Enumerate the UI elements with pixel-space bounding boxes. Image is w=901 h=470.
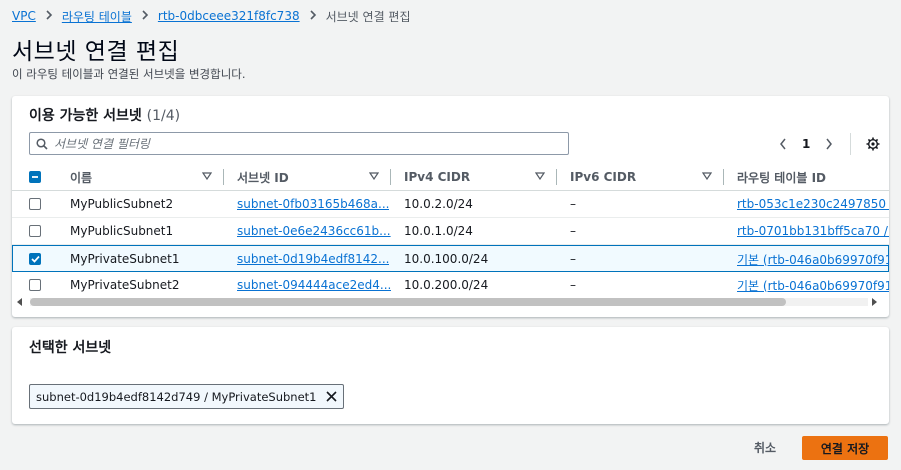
ipv4-cidr: 10.0.1.0/24 (404, 224, 473, 238)
next-page-button[interactable] (820, 132, 838, 155)
ipv4-cidr: 10.0.2.0/24 (404, 197, 473, 211)
available-subnets-title: 이용 가능한 서브넷 (29, 108, 142, 124)
subnet-filter-input[interactable] (54, 136, 568, 151)
checkmark-icon (30, 255, 40, 263)
remove-token-button[interactable] (325, 391, 337, 402)
ipv4-cidr: 10.0.100.0/24 (404, 252, 489, 266)
sort-caret-icon[interactable] (202, 172, 212, 180)
chevron-left-icon (780, 138, 786, 149)
save-associations-button[interactable]: 연결 저장 (802, 436, 888, 460)
subnet-id-link[interactable]: subnet-094444ace2ed4... (237, 278, 391, 292)
table-header: 이름 서브넷 ID IPv4 CIDR IPv6 CIDR 라우팅 테이블 ID (12, 164, 889, 191)
chevron-right-icon (45, 9, 53, 23)
row-checkbox-checked[interactable] (29, 253, 41, 265)
selected-subnet-label: subnet-0d19b4edf8142d749 / MyPrivateSubn… (36, 389, 317, 404)
gear-icon (866, 137, 880, 150)
ipv6-cidr: – (570, 252, 576, 266)
scrollbar-thumb[interactable] (30, 298, 786, 306)
page-description: 이 라우팅 테이블과 연결된 서브넷을 변경합니다. (12, 67, 246, 81)
breadcrumb-route-tables[interactable]: 라우팅 테이블 (62, 8, 132, 25)
selection-count: (1/4) (146, 108, 181, 124)
sort-caret-icon[interactable] (535, 172, 545, 180)
close-icon (325, 391, 337, 402)
search-icon (36, 137, 48, 150)
breadcrumb-vpc[interactable]: VPC (12, 9, 36, 23)
sort-caret-icon[interactable] (369, 172, 379, 180)
subnet-name: MyPublicSubnet1 (70, 224, 174, 238)
column-header-route-table[interactable]: 라우팅 테이블 ID (737, 164, 889, 190)
selected-subnets-panel: 선택한 서브넷 subnet-0d19b4edf8142d749 / MyPri… (12, 327, 889, 424)
subnet-id-link[interactable]: subnet-0e6e2436cc61b... (237, 224, 391, 238)
scroll-right-icon[interactable] (870, 298, 878, 306)
row-checkbox[interactable] (29, 198, 41, 210)
horizontal-scrollbar[interactable] (12, 295, 889, 309)
route-table-link[interactable]: rtb-053c1e230c2497850 / M (737, 197, 889, 211)
row-checkbox[interactable] (29, 279, 41, 291)
current-page[interactable]: 1 (802, 137, 810, 151)
page-title: 서브넷 연결 편집 (12, 39, 180, 65)
table-row[interactable]: MyPublicSubnet2 subnet-0fb03165b468a... … (12, 191, 889, 218)
subnet-name: MyPrivateSubnet1 (70, 252, 180, 266)
scroll-left-icon[interactable] (16, 298, 24, 306)
breadcrumb-route-table-id[interactable]: rtb-0dbceee321f8fc738 (158, 9, 300, 23)
preferences-button[interactable] (863, 132, 883, 155)
column-resize-handle[interactable] (390, 169, 391, 185)
route-table-link[interactable]: 기본 (rtb-046a0b69970f91b (737, 251, 889, 268)
select-all-cell (29, 164, 41, 190)
column-resize-handle[interactable] (556, 169, 557, 185)
selected-subnet-token: subnet-0d19b4edf8142d749 / MyPrivateSubn… (29, 384, 344, 409)
breadcrumb: VPC 라우팅 테이블 rtb-0dbceee321f8fc738 서브넷 연결… (12, 6, 411, 26)
ipv6-cidr: – (570, 197, 576, 211)
breadcrumb-current: 서브넷 연결 편집 (325, 9, 411, 24)
table-row-selected[interactable]: MyPrivateSubnet1 subnet-0d19b4edf8142...… (12, 245, 889, 272)
previous-page-button[interactable] (774, 132, 792, 155)
column-header-subnet-id[interactable]: 서브넷 ID (237, 164, 289, 190)
row-checkbox[interactable] (29, 225, 41, 237)
select-all-checkbox[interactable] (29, 171, 41, 183)
pagination: 1 (774, 132, 883, 155)
table-row[interactable]: MyPublicSubnet1 subnet-0e6e2436cc61b... … (12, 218, 889, 245)
subnet-id-link[interactable]: subnet-0fb03165b468a... (237, 197, 389, 211)
pager-divider (850, 132, 852, 155)
available-subnets-header: 이용 가능한 서브넷 (1/4) (29, 105, 180, 125)
selected-subnets-title: 선택한 서브넷 (29, 340, 112, 356)
cancel-button[interactable]: 취소 (742, 434, 788, 460)
column-header-ipv6[interactable]: IPv6 CIDR (570, 164, 636, 190)
subnet-name: MyPublicSubnet2 (70, 197, 174, 211)
ipv6-cidr: – (570, 224, 576, 238)
chevron-right-icon (826, 138, 833, 149)
column-header-ipv4[interactable]: IPv4 CIDR (404, 164, 470, 190)
route-table-link[interactable]: 기본 (rtb-046a0b69970f91b (737, 277, 889, 294)
sort-caret-icon[interactable] (702, 172, 712, 180)
available-subnets-panel: 이용 가능한 서브넷 (1/4) 1 (12, 96, 889, 317)
subnet-id-link[interactable]: subnet-0d19b4edf8142... (237, 252, 389, 266)
column-resize-handle[interactable] (723, 169, 724, 185)
chevron-right-icon (309, 9, 317, 23)
column-resize-handle[interactable] (223, 169, 224, 185)
column-header-name[interactable]: 이름 (70, 164, 92, 190)
subnet-filter[interactable] (29, 132, 569, 155)
route-table-link[interactable]: rtb-0701bb131bff5ca70 / M (737, 224, 889, 238)
chevron-right-icon (141, 9, 149, 23)
